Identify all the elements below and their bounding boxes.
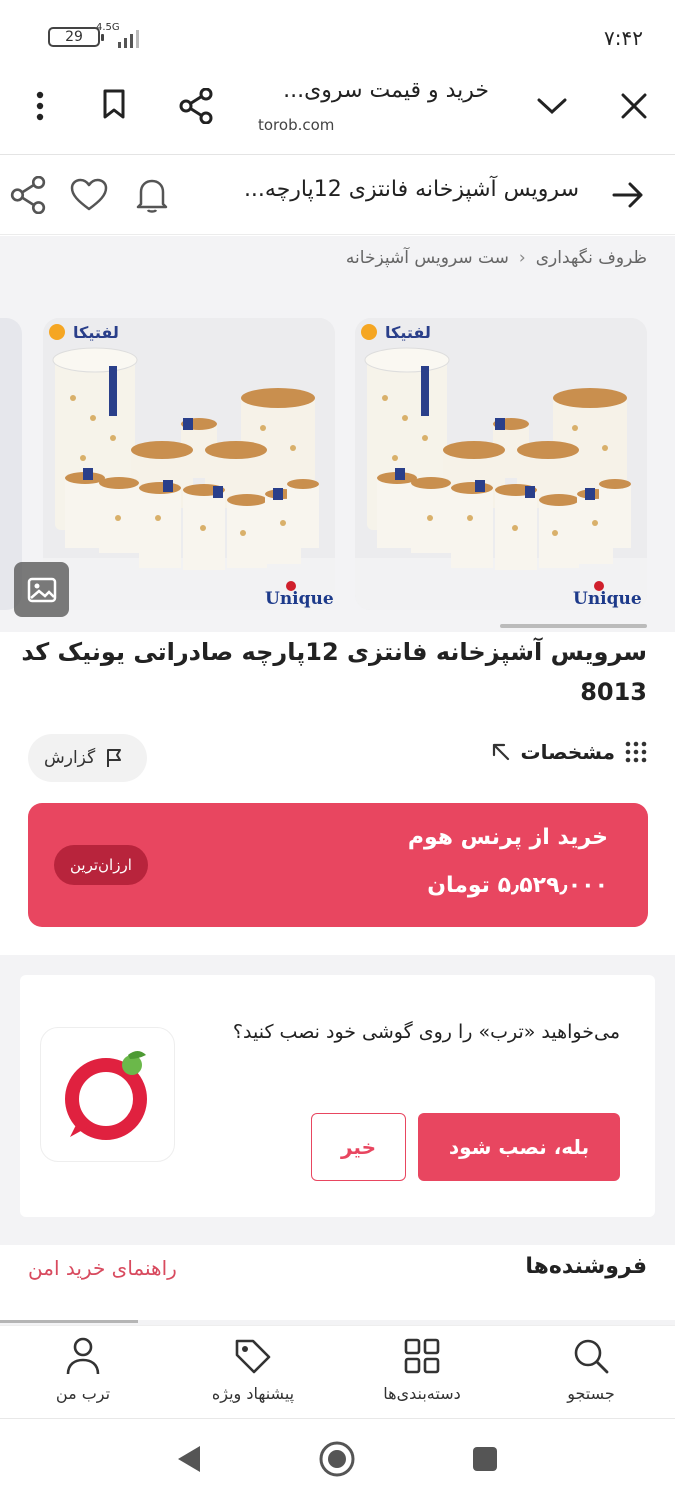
breadcrumb-item[interactable]: ست سرویس آشپزخانه — [346, 248, 509, 268]
install-question: می‌خواهید «ترب» را روی گوشی خود نصب کنید… — [232, 1021, 620, 1043]
image-brand: Unique — [573, 589, 642, 609]
breadcrumb: ظروف نگهداری ‹ ست سرویس آشپزخانه — [0, 236, 675, 292]
safe-purchase-guide-link[interactable]: راهنمای خرید امن — [28, 1256, 177, 1280]
flag-icon — [107, 749, 122, 767]
specs-label: مشخصات — [520, 740, 615, 764]
offer-store: خرید از پرنس هوم — [407, 825, 608, 850]
heart-icon[interactable] — [68, 175, 110, 215]
product-gallery[interactable]: لفتیکا Unique لفتیکا Unique — [0, 292, 675, 632]
nav-categories[interactable]: دسته‌بندی‌ها — [347, 1336, 497, 1403]
specs-link[interactable]: مشخصات — [491, 740, 647, 764]
browser-url[interactable]: torob.com — [258, 116, 334, 134]
tag-icon — [235, 1339, 271, 1374]
share-icon[interactable] — [176, 86, 216, 126]
breadcrumb-separator: ‹ — [518, 248, 526, 268]
status-bar: 29 4.5G ۷:۴۲ — [0, 0, 675, 70]
product-image[interactable]: لفتیکا Unique — [43, 318, 335, 610]
offer-price: ۵٫۵۲۹٫۰۰۰ تومان — [427, 873, 608, 898]
image-logo: لفتیکا — [385, 323, 431, 342]
report-button[interactable]: گزارش — [28, 734, 148, 782]
nav-offers[interactable]: پیشنهاد ویژه — [178, 1336, 328, 1403]
nav-label: دسته‌بندی‌ها — [383, 1384, 461, 1403]
product-image[interactable]: لفتیکا Unique — [355, 318, 647, 610]
tab-indicator — [0, 1320, 138, 1323]
report-label: گزارش — [44, 748, 96, 768]
signal-icon — [118, 30, 139, 48]
best-offer-card[interactable]: خرید از پرنس هوم ۵٫۵۲۹٫۰۰۰ تومان ارزان‌ت… — [28, 803, 648, 927]
nav-search[interactable]: جستجو — [516, 1336, 666, 1403]
bookmark-icon[interactable] — [96, 86, 132, 122]
more-menu-icon[interactable] — [22, 88, 58, 124]
back-arrow-icon[interactable] — [608, 175, 648, 215]
torob-app-icon — [40, 1027, 175, 1162]
image-logo: لفتیکا — [73, 323, 119, 342]
system-navigation-bar — [0, 1420, 675, 1500]
browser-page-title[interactable]: خرید و قیمت سروی... — [283, 78, 489, 103]
recents-square-icon[interactable] — [472, 1446, 498, 1472]
search-icon — [574, 1339, 609, 1374]
cheapest-badge: ارزان‌ترین — [54, 845, 148, 885]
user-icon — [66, 1337, 100, 1375]
arrow-up-left-icon — [492, 743, 509, 761]
nav-my-torob[interactable]: ترب من — [8, 1336, 158, 1403]
nav-label: جستجو — [567, 1384, 615, 1403]
install-app-card: می‌خواهید «ترب» را روی گوشی خود نصب کنید… — [20, 975, 655, 1217]
breadcrumb-item[interactable]: ظروف نگهداری — [536, 248, 647, 268]
bell-icon[interactable] — [132, 175, 172, 215]
install-yes-button[interactable]: بله، نصب شود — [418, 1113, 620, 1181]
page-header: سرویس آشپزخانه فانتزی 12پارچه... — [0, 155, 675, 235]
grid-dots-icon — [625, 741, 647, 763]
gallery-icon[interactable] — [14, 562, 69, 617]
image-brand: Unique — [265, 589, 334, 609]
clock: ۷:۴۲ — [604, 26, 643, 50]
chevron-down-icon[interactable] — [532, 88, 572, 124]
close-icon[interactable] — [614, 88, 654, 124]
share-icon[interactable] — [8, 175, 48, 215]
page-title: سرویس آشپزخانه فانتزی 12پارچه... — [243, 177, 579, 202]
gallery-scroll-indicator — [500, 624, 647, 628]
sellers-title: فروشنده‌ها — [525, 1254, 647, 1279]
home-circle-icon[interactable] — [318, 1440, 356, 1478]
nav-label: ترب من — [55, 1384, 111, 1403]
battery-indicator: 29 — [48, 27, 104, 47]
nav-label: پیشنهاد ویژه — [211, 1384, 295, 1403]
product-title: سرویس آشپزخانه فانتزی 12پارچه صادراتی یو… — [21, 638, 647, 706]
categories-grid-icon — [404, 1338, 440, 1374]
bottom-navigation: ترب من پیشنهاد ویژه دسته‌بندی‌ها جستجو — [0, 1325, 675, 1419]
browser-toolbar: خرید و قیمت سروی... torob.com — [0, 70, 675, 155]
back-triangle-icon[interactable] — [176, 1444, 202, 1474]
network-type: 4.5G — [96, 22, 120, 33]
install-no-button[interactable]: خیر — [311, 1113, 406, 1181]
